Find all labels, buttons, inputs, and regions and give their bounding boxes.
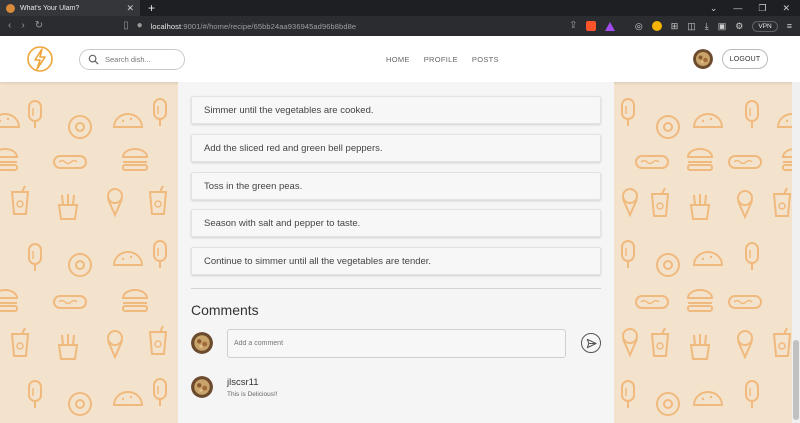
reload-icon[interactable]: ↻ xyxy=(35,21,43,31)
minimize-icon[interactable]: — xyxy=(733,3,742,14)
recipe-card: Simmer until the vegetables are cooked. … xyxy=(178,82,614,423)
browser-toolbar: ‹ › ↻ ▯ ● localhost:9001/#/home/recipe/6… xyxy=(0,16,800,36)
vpn-button[interactable]: VPN xyxy=(752,20,778,32)
nav-profile[interactable]: PROFILE xyxy=(424,55,458,64)
url-text[interactable]: localhost:9001/#/home/recipe/65bb24aa936… xyxy=(151,22,357,31)
app-header: HOME PROFILE POSTS LOGOUT xyxy=(0,36,800,82)
comment-username[interactable]: jlscsr11 xyxy=(227,377,259,388)
send-icon xyxy=(586,338,597,348)
comment-input[interactable] xyxy=(227,329,566,358)
share-icon[interactable]: ⇪ xyxy=(569,21,577,31)
instruction-step: Toss in the green peas. xyxy=(191,172,601,200)
instruction-step: Simmer until the vegetables are cooked. xyxy=(191,96,601,124)
logout-button[interactable]: LOGOUT xyxy=(722,49,768,69)
settings-icon[interactable]: ⚙ xyxy=(735,21,743,32)
sidebar-icon[interactable]: ◫ xyxy=(687,21,696,32)
profile-icon[interactable] xyxy=(651,21,662,31)
browser-tab[interactable]: What's Your Ulam? ✕ xyxy=(0,0,140,16)
url-path: :9001/#/home/recipe/65bb24aa936945ad96b8… xyxy=(181,21,357,31)
instruction-step: Add the sliced red and green bell pepper… xyxy=(191,134,601,162)
send-comment-button[interactable] xyxy=(581,333,601,353)
main-nav: HOME PROFILE POSTS xyxy=(386,55,499,64)
close-window-icon[interactable]: ✕ xyxy=(782,3,790,14)
current-user-avatar xyxy=(191,332,213,354)
download-icon[interactable]: ⤓ xyxy=(705,21,709,32)
comments-heading: Comments xyxy=(191,302,259,318)
comment-text: This is Delicious!! xyxy=(227,391,278,398)
new-tab-button[interactable]: + xyxy=(148,2,155,14)
forward-icon[interactable]: › xyxy=(21,21,24,31)
tab-title: What's Your Ulam? xyxy=(20,4,80,12)
section-divider xyxy=(191,288,601,289)
right-toolbar: ◎ ⊞ ◫ ⤓ ▣ ⚙ VPN ≡ xyxy=(635,20,792,32)
url-host: localhost xyxy=(150,21,182,31)
wallet-icon[interactable]: ▣ xyxy=(718,21,727,32)
instruction-step: Continue to simmer until all the vegetab… xyxy=(191,247,601,275)
favicon-icon xyxy=(6,3,15,13)
address-bar[interactable]: ▯ ● localhost:9001/#/home/recipe/65bb24a… xyxy=(123,21,543,31)
nav-posts[interactable]: POSTS xyxy=(472,55,499,64)
back-icon[interactable]: ‹ xyxy=(8,21,11,31)
instruction-step: Season with salt and pepper to taste. xyxy=(191,209,601,237)
site-info-icon[interactable]: ● xyxy=(137,21,143,31)
browser-tabbar: What's Your Ulam? ✕ + ⌄ — ❐ ✕ xyxy=(0,0,800,16)
tab-search-icon[interactable]: ⌄ xyxy=(710,3,718,14)
extension-icons: ⇪ xyxy=(569,21,616,31)
brave-shields-icon[interactable] xyxy=(586,21,597,31)
scrollbar-thumb[interactable] xyxy=(793,340,799,420)
window-controls: ⌄ — ❐ ✕ xyxy=(710,3,800,14)
search-bar[interactable] xyxy=(79,49,185,70)
user-avatar[interactable] xyxy=(693,49,713,69)
glasses-icon[interactable]: ◎ xyxy=(635,21,643,32)
bookmark-icon[interactable]: ▯ xyxy=(123,21,129,31)
nav-home[interactable]: HOME xyxy=(386,55,410,64)
search-input[interactable] xyxy=(105,55,175,64)
logo-icon[interactable] xyxy=(25,44,55,74)
search-icon xyxy=(88,54,99,65)
comment-avatar xyxy=(191,376,213,398)
page-scrollbar[interactable] xyxy=(792,82,800,423)
maximize-icon[interactable]: ❐ xyxy=(758,3,766,14)
menu-icon[interactable]: ≡ xyxy=(787,21,792,31)
brave-rewards-icon[interactable] xyxy=(605,21,616,31)
close-tab-icon[interactable]: ✕ xyxy=(126,3,134,13)
extensions-icon[interactable]: ⊞ xyxy=(671,21,679,32)
